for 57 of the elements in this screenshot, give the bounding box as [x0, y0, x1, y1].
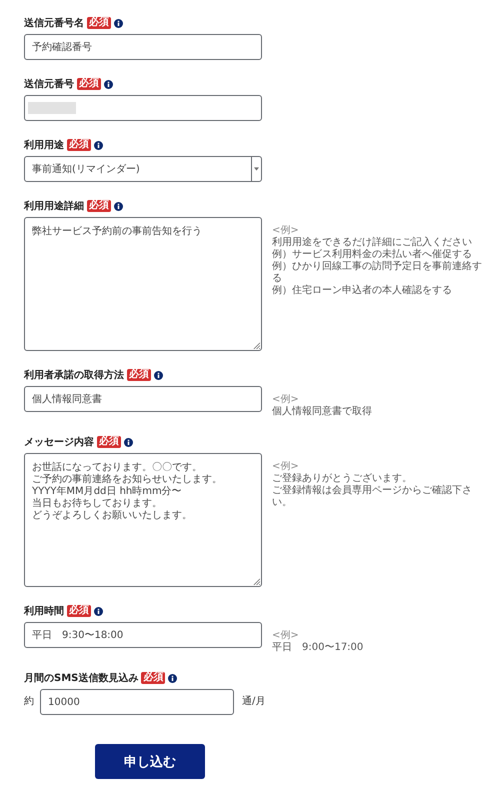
resize-grip-icon[interactable] — [253, 342, 260, 349]
message-line: ご予約の事前連絡をお知らせいたします。 — [32, 474, 222, 486]
info-icon[interactable] — [114, 18, 123, 28]
example-heading: <例> — [272, 394, 299, 406]
field-label: 利用時間 — [24, 604, 64, 618]
field-label: 利用用途 — [24, 138, 64, 152]
input-field[interactable]: 平日 9:30〜18:00 — [24, 622, 262, 648]
input-field[interactable] — [24, 95, 262, 121]
input-field[interactable]: 予約確認番号 — [24, 34, 262, 60]
info-icon[interactable] — [104, 80, 113, 88]
info-icon[interactable] — [94, 140, 103, 150]
example-text: 例）サービス利用料金の未払い者へ催促する — [272, 249, 472, 260]
example-text: 平日 9:00〜17:00 — [272, 642, 364, 654]
input-field[interactable]: 個人情報同意書 — [24, 386, 262, 412]
message-line: 当日もお待ちしております。 — [32, 498, 162, 510]
required-badge: 必須 — [87, 200, 111, 212]
info-icon[interactable] — [94, 606, 103, 616]
required-badge: 必須 — [87, 17, 111, 29]
prefix-text: 約 — [24, 695, 35, 709]
field-label: 送信元番号名 — [24, 16, 84, 30]
info-icon[interactable] — [154, 370, 163, 380]
info-icon[interactable] — [168, 674, 178, 682]
example-text: ご登録ありがとうございます。 — [272, 473, 412, 484]
input-field[interactable]: 10000 — [40, 689, 234, 715]
caret-icon — [254, 167, 259, 171]
required-badge: 必須 — [67, 139, 91, 151]
required-badge: 必須 — [141, 672, 166, 684]
textarea-field[interactable]: お世話になっております。〇〇です。 ご予約の事前連絡をお知らせいたします。 YYYY年MM月dd日 hh時mm分〜 当日もお待ちしております。 どうぞよろしくお願いいたします。 — [24, 453, 262, 587]
textarea-field[interactable]: 弊社サービス予約前の事前告知を行う — [24, 217, 262, 351]
resize-grip-icon[interactable] — [253, 578, 260, 585]
unit-text: 通/月 — [242, 694, 266, 709]
required-badge: 必須 — [97, 436, 121, 448]
message-line: お世話になっております。〇〇です。 — [32, 462, 202, 474]
example-text: 例）住宅ローン申込者の本人確認をする — [272, 285, 452, 297]
required-badge: 必須 — [67, 605, 91, 617]
example-heading: <例> — [272, 630, 299, 642]
message-line: どうぞよろしくお願いいたします。 — [32, 510, 192, 522]
field-label: メッセージ内容 — [24, 435, 94, 449]
submit-button[interactable]: 申し込む — [95, 744, 205, 779]
field-label: 利用者承諾の取得方法 — [24, 368, 124, 382]
required-badge: 必須 — [127, 369, 151, 381]
info-icon[interactable] — [124, 438, 133, 446]
select-field[interactable]: 事前通知(リマインダー) — [24, 156, 262, 182]
field-label: 利用用途詳細 — [24, 200, 84, 213]
example-text: 例）ひかり回線工事の訪問予定日を事前連絡する — [272, 261, 483, 284]
example-text: 利用用途をできるだけ詳細にご記入ください — [272, 237, 472, 248]
message-line: YYYY年MM月dd日 hh時mm分〜 — [32, 486, 182, 498]
blurred-value — [28, 102, 76, 114]
required-badge: 必須 — [77, 78, 101, 90]
example-heading: <例> — [272, 225, 299, 236]
example-text: 個人情報同意書で取得 — [272, 406, 372, 418]
field-label: 送信元番号 — [24, 78, 74, 91]
field-label: 月間のSMS送信数見込み — [24, 672, 138, 685]
example-text: ご登録情報は会員専用ページからご確認下さい。 — [272, 485, 473, 509]
field-text: 弊社サービス予約前の事前告知を行う — [32, 226, 202, 238]
example-heading: <例> — [272, 461, 299, 473]
info-icon[interactable] — [114, 202, 123, 210]
